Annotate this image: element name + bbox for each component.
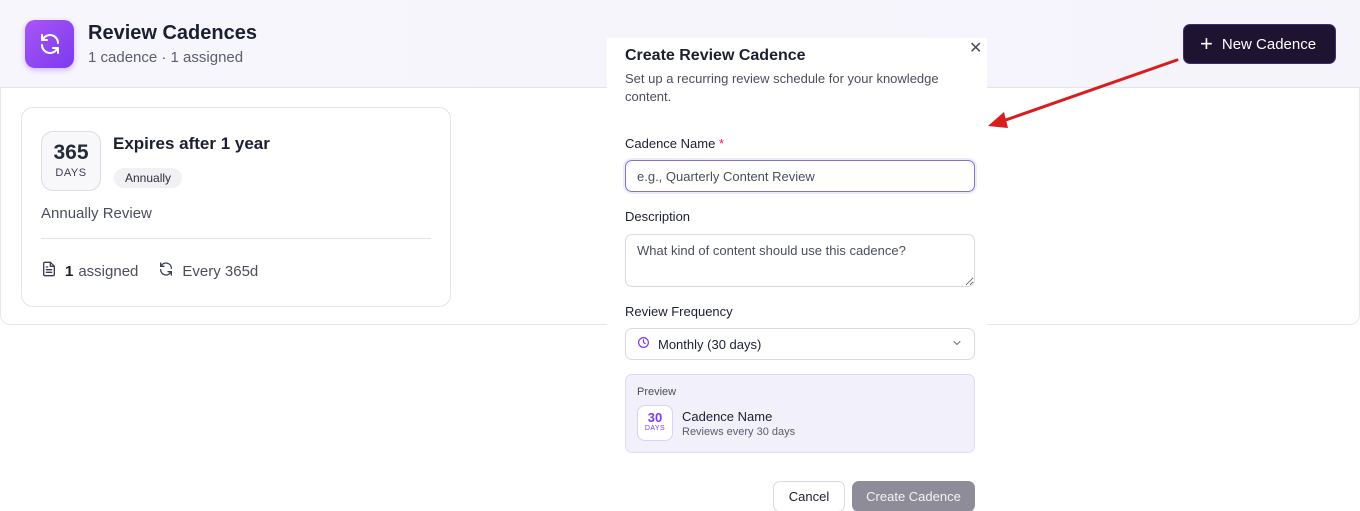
- annotation-arrow-icon: [988, 58, 1179, 128]
